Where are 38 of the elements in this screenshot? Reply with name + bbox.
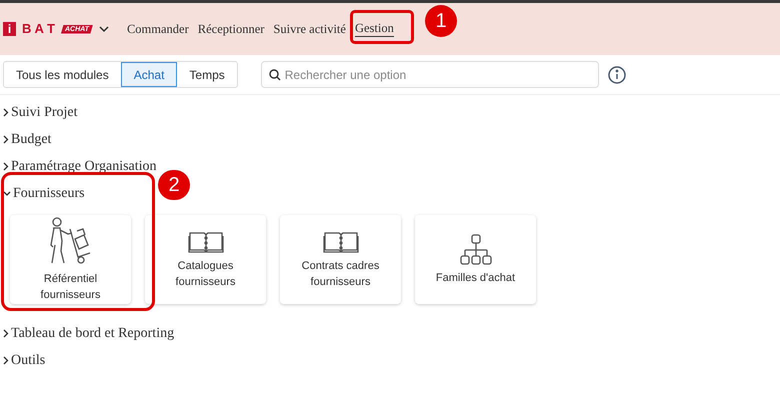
hierarchy-icon: [460, 234, 492, 266]
info-icon[interactable]: [608, 66, 626, 84]
highlight-frame: [350, 10, 414, 44]
section-header[interactable]: Budget: [3, 126, 52, 153]
card-label: Catalogues fournisseurs: [174, 258, 236, 290]
open-book-icon: [322, 230, 358, 254]
chevron-right-icon: [3, 135, 9, 144]
step-number: 2: [158, 170, 190, 200]
chevron-right-icon: [3, 162, 9, 171]
search-field[interactable]: Rechercher une option: [260, 61, 599, 88]
card-label: Familles d'achat: [434, 270, 516, 286]
section-header[interactable]: Paramétrage Organisation: [3, 153, 157, 180]
logo-letter: i: [3, 22, 16, 36]
nav-link[interactable]: Gestion: [354, 21, 394, 37]
chevron-down-icon: [3, 190, 11, 196]
card-label: Référentiel fournisseurs: [40, 272, 102, 302]
card-label: Contrats cadres fournisseurs: [300, 258, 380, 290]
nav-link[interactable]: Réceptionner: [198, 22, 264, 36]
search-icon: [268, 69, 281, 81]
module-card[interactable]: Contrats cadres fournisseurs: [280, 215, 401, 304]
section-header[interactable]: Tableau de bord et Reporting: [3, 320, 174, 347]
chevron-right-icon: [3, 108, 9, 117]
open-book-icon: [188, 230, 224, 254]
module-card[interactable]: Familles d'achat: [415, 215, 536, 304]
logo-name: B A T: [22, 20, 55, 38]
module-card[interactable]: Référentiel fournisseurs: [10, 215, 131, 304]
module-tab[interactable]: Tous les modules: [4, 62, 121, 87]
nav-link[interactable]: Suivre activité: [273, 22, 346, 36]
module-card[interactable]: Catalogues fournisseurs: [145, 215, 266, 304]
section-header[interactable]: Fournisseurs: [3, 180, 85, 207]
section-header[interactable]: Outils: [3, 347, 46, 374]
chevron-down-icon[interactable]: [98, 26, 109, 32]
chevron-right-icon: [3, 356, 9, 365]
module-tab[interactable]: Achat: [120, 62, 178, 87]
nav-link[interactable]: Commander: [126, 22, 189, 36]
section-header[interactable]: Suivi Projet: [3, 99, 78, 126]
module-tab[interactable]: Temps: [177, 62, 237, 87]
chevron-right-icon: [3, 329, 9, 338]
